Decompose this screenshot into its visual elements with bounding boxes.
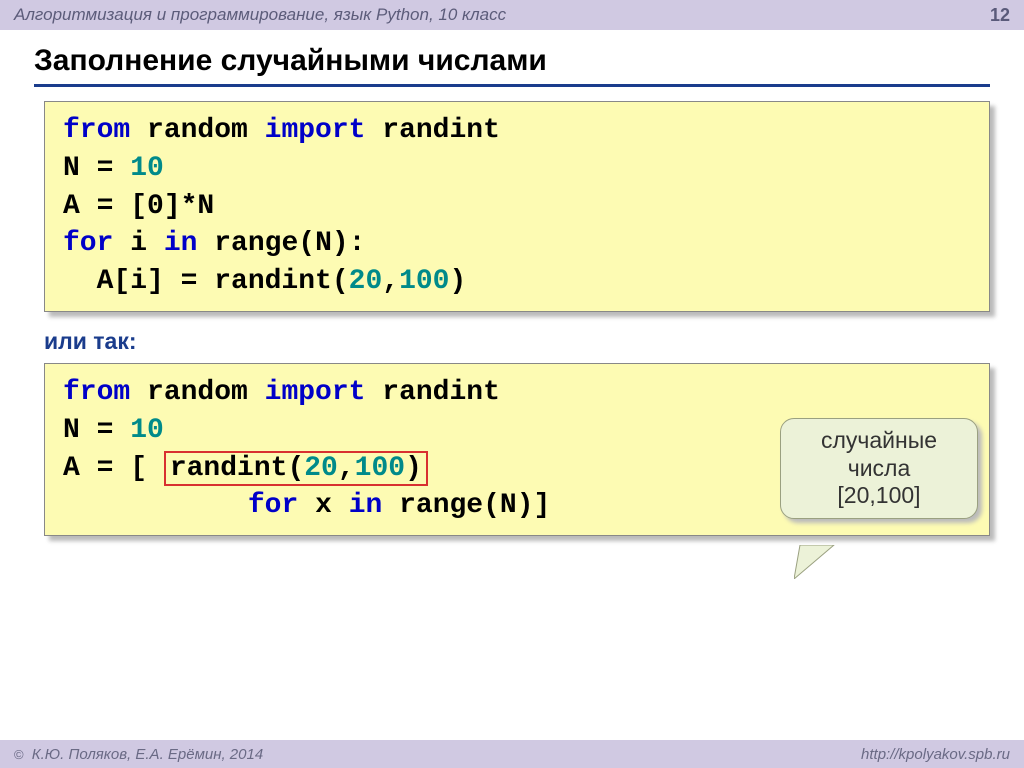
callout-line: случайные <box>791 427 967 455</box>
number-literal: 10 <box>130 415 164 446</box>
keyword: from <box>63 377 130 408</box>
slide-header: Алгоритмизация и программирование, язык … <box>0 0 1024 30</box>
code-line: A[i] = randint(20,100) <box>63 263 971 301</box>
footer-left: © К.Ю. Поляков, Е.А. Ерёмин, 2014 <box>14 746 263 763</box>
code-line: from random import randint <box>63 374 971 412</box>
keyword: import <box>265 377 366 408</box>
header-text: Алгоритмизация и программирование, язык … <box>14 5 506 25</box>
keyword: in <box>164 228 198 259</box>
keyword: for <box>63 228 113 259</box>
page-number: 12 <box>990 5 1010 26</box>
keyword: for <box>248 490 298 521</box>
slide-title: Заполнение случайными числами <box>34 44 990 87</box>
keyword: from <box>63 115 130 146</box>
code-line: for i in range(N): <box>63 225 971 263</box>
callout-line: [20,100] <box>791 482 967 510</box>
subtitle: или так: <box>44 328 990 355</box>
code-line: A = [0]*N <box>63 188 971 226</box>
slide-footer: © К.Ю. Поляков, Е.А. Ерёмин, 2014 http:/… <box>0 740 1024 768</box>
number-literal: 100 <box>355 453 405 484</box>
code-line: N = 10 <box>63 150 971 188</box>
footer-right: http://kpolyakov.spb.ru <box>861 746 1010 763</box>
number-literal: 20 <box>304 453 338 484</box>
keyword: import <box>265 115 366 146</box>
keyword: in <box>349 490 383 521</box>
number-literal: 10 <box>130 153 164 184</box>
number-literal: 100 <box>399 266 449 297</box>
copyright-icon: © <box>14 747 24 762</box>
code-line: from random import randint <box>63 112 971 150</box>
callout-line: числа <box>791 455 967 483</box>
highlighted-expression: randint(20,100) <box>164 451 428 486</box>
callout: случайные числа [20,100] <box>780 418 978 519</box>
code-block-1: from random import randint N = 10 A = [0… <box>44 101 990 312</box>
number-literal: 20 <box>349 266 383 297</box>
callout-bubble: случайные числа [20,100] <box>780 418 978 519</box>
